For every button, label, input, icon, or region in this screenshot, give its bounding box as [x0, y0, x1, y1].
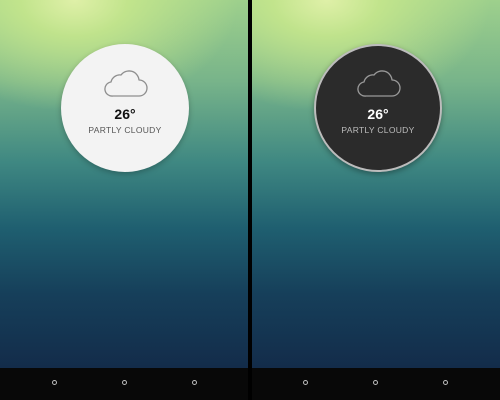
stage: 26° PARTLY CLOUDY 26° PARTLY CLOUDY: [0, 0, 500, 400]
temperature: 26°: [367, 106, 389, 122]
weather-widget-light[interactable]: 26° PARTLY CLOUDY: [61, 44, 189, 172]
cloud-icon: [357, 70, 401, 97]
recents-icon[interactable]: [192, 380, 197, 385]
cloud-icon: [104, 70, 148, 97]
weather-condition: PARTLY CLOUDY: [341, 125, 415, 135]
phone-screen-dark: 26° PARTLY CLOUDY: [252, 0, 500, 400]
navigation-bar: [252, 368, 500, 400]
phone-screen-light: 26° PARTLY CLOUDY: [0, 0, 248, 400]
back-icon[interactable]: [303, 380, 308, 385]
back-icon[interactable]: [52, 380, 57, 385]
weather-widget-dark[interactable]: 26° PARTLY CLOUDY: [314, 44, 442, 172]
temperature: 26°: [114, 106, 136, 122]
recents-icon[interactable]: [443, 380, 448, 385]
navigation-bar: [0, 368, 248, 400]
home-icon[interactable]: [122, 380, 127, 385]
home-icon[interactable]: [373, 380, 378, 385]
weather-condition: PARTLY CLOUDY: [88, 125, 162, 135]
